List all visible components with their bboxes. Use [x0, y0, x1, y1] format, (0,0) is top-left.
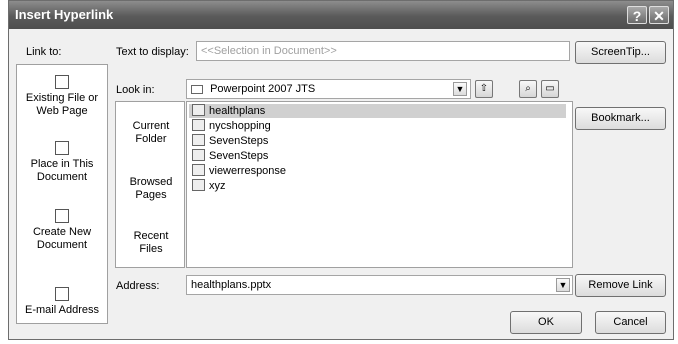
address-input[interactable]: healthplans.pptx ▼: [186, 275, 573, 295]
file-list-item[interactable]: SevenSteps: [189, 149, 566, 163]
search-web-icon: ⌕: [525, 83, 531, 94]
address-label: Address:: [116, 280, 160, 292]
document-icon: [55, 141, 69, 155]
look-in-select[interactable]: Powerpoint 2007 JTS ▼: [186, 79, 471, 99]
tab-browsed-line1: Browsed: [129, 176, 173, 188]
remove-link-button[interactable]: Remove Link: [575, 274, 666, 297]
folder-icon: [191, 84, 203, 94]
link-existing-file-line1: Existing File or: [25, 92, 99, 104]
file-name: viewerresponse: [209, 165, 287, 177]
link-existing-file[interactable]: Existing File or Web Page: [19, 75, 105, 118]
tab-recent-line1: Recent: [133, 230, 169, 242]
look-in-label: Look in:: [116, 84, 155, 96]
pptx-file-icon: [192, 149, 205, 162]
help-button[interactable]: ?: [627, 6, 647, 24]
up-one-folder-button[interactable]: ⇧: [475, 80, 493, 98]
chevron-down-icon[interactable]: ▼: [556, 278, 570, 292]
chevron-down-icon[interactable]: ▼: [453, 82, 467, 96]
up-folder-icon: ⇧: [479, 83, 489, 94]
file-name: healthplans: [209, 105, 266, 117]
tab-current-folder[interactable]: Current Folder: [118, 120, 184, 146]
file-list[interactable]: healthplans nycshopping SevenSteps Seven…: [186, 101, 573, 268]
tab-browsed-line2: Pages: [135, 189, 167, 201]
link-place-line1: Place in This: [30, 158, 94, 170]
link-place-in-document[interactable]: Place in This Document: [19, 141, 105, 184]
link-existing-file-line2: Web Page: [36, 105, 88, 117]
dialog-title: Insert Hyperlink: [15, 7, 114, 22]
browse-file-button[interactable]: ▭: [541, 80, 559, 98]
link-email-line1: E-mail Address: [25, 304, 99, 316]
screentip-button[interactable]: ScreenTip...: [575, 41, 666, 64]
file-name: nycshopping: [209, 120, 271, 132]
tab-current-line1: Current: [132, 120, 170, 132]
file-name: SevenSteps: [209, 150, 269, 162]
bookmark-button[interactable]: Bookmark...: [575, 107, 666, 130]
ok-button[interactable]: OK: [510, 311, 582, 334]
link-create-new-document[interactable]: Create New Document: [19, 209, 105, 252]
file-list-item[interactable]: healthplans: [189, 104, 566, 118]
file-icon: [55, 75, 69, 89]
new-document-icon: [55, 209, 69, 223]
tab-recent-files[interactable]: Recent Files: [118, 230, 184, 256]
text-to-display-label: Text to display:: [116, 46, 189, 58]
file-name: xyz: [209, 180, 226, 192]
text-to-display-input[interactable]: <<Selection in Document>>: [196, 41, 570, 61]
link-email-address[interactable]: E-mail Address: [19, 287, 105, 317]
address-value: healthplans.pptx: [191, 279, 272, 291]
pptx-file-icon: [192, 164, 205, 177]
browse-web-button[interactable]: ⌕: [519, 80, 537, 98]
cancel-button[interactable]: Cancel: [595, 311, 666, 334]
file-list-item[interactable]: nycshopping: [189, 119, 566, 133]
link-to-bar: Existing File or Web Page Place in This …: [16, 64, 108, 324]
file-list-item[interactable]: xyz: [189, 179, 566, 193]
link-create-line1: Create New: [32, 226, 92, 238]
pptx-file-icon: [192, 119, 205, 132]
file-list-item[interactable]: SevenSteps: [189, 134, 566, 148]
pptx-file-icon: [192, 179, 205, 192]
look-in-value: Powerpoint 2007 JTS: [210, 83, 316, 95]
file-list-item[interactable]: viewerresponse: [189, 164, 566, 178]
email-icon: [55, 287, 69, 301]
file-name: SevenSteps: [209, 135, 269, 147]
open-folder-icon: ▭: [545, 83, 555, 94]
tab-recent-line2: Files: [139, 243, 163, 255]
insert-hyperlink-dialog: Insert Hyperlink ? ✕ Link to: Text to di…: [8, 0, 674, 340]
title-bar: Insert Hyperlink ? ✕: [9, 1, 673, 29]
tab-browsed-pages[interactable]: Browsed Pages: [118, 176, 184, 202]
pptx-file-icon: [192, 104, 205, 117]
link-place-line2: Document: [36, 171, 88, 183]
pptx-file-icon: [192, 134, 205, 147]
close-button[interactable]: ✕: [649, 6, 669, 24]
link-create-line2: Document: [36, 239, 88, 251]
tab-current-line2: Folder: [135, 133, 167, 145]
link-to-label: Link to:: [26, 46, 62, 58]
folder-tabs: Current Folder Browsed Pages Recent File…: [115, 101, 185, 268]
